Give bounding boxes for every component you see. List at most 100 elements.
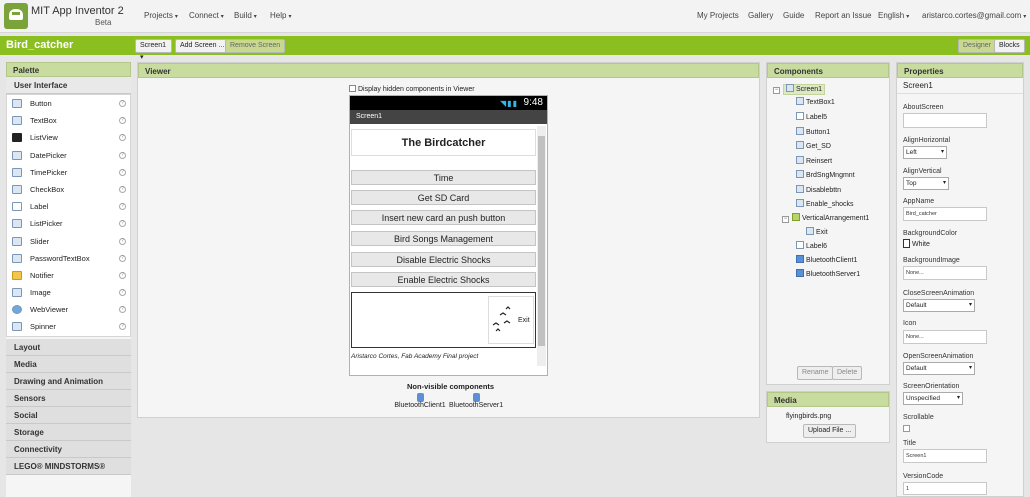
palette-item-timepicker[interactable]: TimePicker? [7,164,130,181]
tree-vertical-arrangement[interactable]: − VerticalArrangement1 [782,213,869,223]
btn-reinsert[interactable]: Insert new card an push button [351,210,536,225]
prop-about-input[interactable] [903,113,987,128]
btn-time[interactable]: Time [351,170,536,185]
palette-item-image[interactable]: Image? [7,284,130,301]
palette-item-listpicker[interactable]: ListPicker? [7,215,130,232]
tree-item[interactable]: Enable_shocks [796,199,853,208]
scroll-thumb[interactable] [538,136,545,346]
remove-screen-button[interactable]: Remove Screen [225,39,286,53]
palette-item-webviewer[interactable]: WebViewer? [7,301,130,318]
help-icon[interactable]: ? [119,237,126,245]
category-storage[interactable]: Storage [6,423,131,441]
palette-item-checkbox[interactable]: CheckBox? [7,181,130,198]
btn-bird-songs[interactable]: Bird Songs Management [351,231,536,246]
btn-disable-shocks[interactable]: Disable Electric Shocks [351,252,536,267]
prop-bgcolor-picker[interactable]: White [903,239,930,248]
category-social[interactable]: Social [6,406,131,424]
palette-item-passwordtextbox[interactable]: PasswordTextBox? [7,250,130,267]
delete-button[interactable]: Delete [832,366,863,380]
tree-item[interactable]: BluetoothClient1 [796,255,857,264]
menu-projects[interactable]: Projects ▾ [144,11,178,20]
help-icon[interactable]: ? [119,168,126,176]
prop-close-anim-select[interactable]: Default ▾ [903,299,975,312]
category-drawing-animation[interactable]: Drawing and Animation [6,372,131,390]
tree-item[interactable]: Label6 [796,241,827,250]
help-icon[interactable]: ? [119,151,126,159]
menu-connect[interactable]: Connect ▾ [189,11,224,20]
vertical-arrangement[interactable]: Exit [351,292,536,348]
prop-scrollable-checkbox[interactable] [903,425,910,432]
category-connectivity[interactable]: Connectivity [6,440,131,458]
phone-scrollbar[interactable] [537,126,546,366]
palette-item-spinner[interactable]: Spinner? [7,318,130,335]
tree-item[interactable]: Get_SD [796,141,831,150]
help-icon[interactable]: ? [119,254,126,262]
prop-bgimage-input[interactable]: None... [903,266,987,280]
nonvisible-bluetooth-client[interactable]: BluetoothClient1 [393,393,447,409]
upload-file-button[interactable]: Upload File ... [803,424,857,438]
btn-enable-shocks[interactable]: Enable Electric Shocks [351,272,536,287]
category-layout[interactable]: Layout [6,338,131,356]
nonvisible-bluetooth-server[interactable]: BluetoothServer1 [449,393,503,409]
exit-button[interactable]: Exit [488,296,534,344]
link-report-issue[interactable]: Report an Issue [815,11,871,20]
menu-build[interactable]: Build ▾ [234,11,257,20]
prop-align-v-select[interactable]: Top ▾ [903,177,949,190]
palette-item-textbox[interactable]: TextBox? [7,112,130,129]
help-icon[interactable]: ? [119,306,126,314]
prop-orientation-select[interactable]: Unspecified ▾ [903,392,963,405]
tree-screen1[interactable]: − Screen1 [773,84,826,95]
palette-item-datepicker[interactable]: DatePicker? [7,147,130,164]
help-icon[interactable]: ? [119,117,126,125]
help-icon[interactable]: ? [119,185,126,193]
help-icon[interactable]: ? [119,289,126,297]
tree-item[interactable]: Button1 [796,127,830,136]
prop-align-h-select[interactable]: Left ▾ [903,146,947,159]
tree-item[interactable]: Disablebttn [796,185,841,194]
tree-item[interactable]: Exit [806,227,828,236]
screen-selector[interactable]: Screen1 ▾ [135,39,172,61]
palette-item-listview[interactable]: ListView? [7,129,130,146]
prop-open-anim-select[interactable]: Default ▾ [903,362,975,375]
prop-version-input[interactable]: 1 [903,482,987,495]
menu-language[interactable]: English ▾ [878,11,909,20]
display-hidden-toggle[interactable]: Display hidden components in Viewer [349,85,475,93]
blocks-button[interactable]: Blocks [994,39,1025,53]
category-media[interactable]: Media [6,355,131,373]
tree-item[interactable]: Label5 [796,112,827,121]
tree-item[interactable]: TextBox1 [796,97,835,106]
help-icon[interactable]: ? [119,100,126,107]
app-inventor-logo[interactable] [4,3,28,29]
prop-title-input[interactable]: Screen1 [903,449,987,463]
btn-get-sd[interactable]: Get SD Card [351,190,536,205]
collapse-icon[interactable]: − [782,216,789,223]
menu-account[interactable]: aristarco.cortes@gmail.com ▾ [922,11,1026,20]
checkbox[interactable] [349,85,356,92]
link-my-projects[interactable]: My Projects [697,11,739,20]
app-heading[interactable]: The Birdcatcher [351,129,536,156]
add-screen-button[interactable]: Add Screen ... [175,39,230,53]
help-icon[interactable]: ? [119,323,126,331]
tree-item[interactable]: Reinsert [796,156,832,165]
palette-item-notifier[interactable]: Notifier? [7,267,130,284]
collapse-icon[interactable]: − [773,87,780,94]
palette-item-label[interactable]: Label? [7,198,130,215]
category-sensors[interactable]: Sensors [6,389,131,407]
link-gallery[interactable]: Gallery [748,11,773,20]
help-icon[interactable]: ? [119,134,126,142]
link-guide[interactable]: Guide [783,11,804,20]
palette-item-button[interactable]: Button? [7,95,130,112]
category-user-interface[interactable]: User Interface [6,77,131,94]
designer-button[interactable]: Designer [958,39,997,53]
media-file[interactable]: flyingbirds.png [786,413,831,420]
tree-item[interactable]: BluetoothServer1 [796,269,860,278]
rename-button[interactable]: Rename [797,366,834,380]
tree-item[interactable]: BrdSngMngmnt [796,170,855,179]
help-icon[interactable]: ? [119,271,126,279]
prop-appname-input[interactable]: Bird_catcher [903,207,987,221]
prop-icon-input[interactable]: None... [903,330,987,344]
menu-help[interactable]: Help ▾ [270,11,291,20]
palette-item-slider[interactable]: Slider? [7,233,130,250]
help-icon[interactable]: ? [119,220,126,228]
help-icon[interactable]: ? [119,203,126,211]
